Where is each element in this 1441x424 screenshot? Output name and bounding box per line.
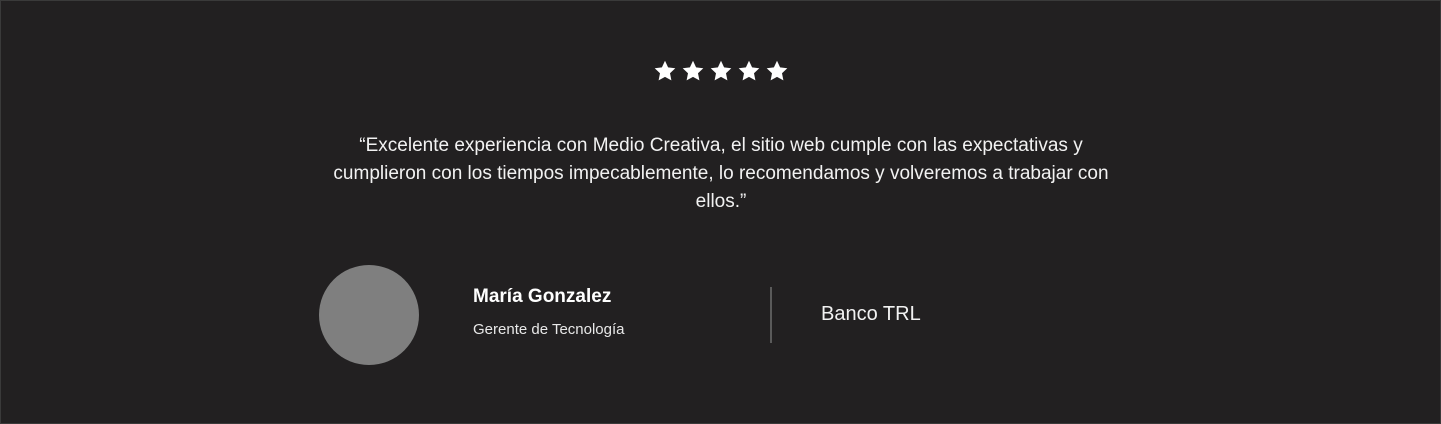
star-icon [681, 59, 705, 83]
star-icon [709, 59, 733, 83]
avatar [319, 265, 419, 365]
author-role: Gerente de Tecnología [473, 321, 625, 338]
testimonial-quote: “Excelente experiencia con Medio Creativ… [333, 135, 1109, 212]
author-name: María Gonzalez [473, 286, 612, 307]
star-icon [765, 59, 789, 83]
star-icon [737, 59, 761, 83]
vertical-divider [770, 287, 772, 343]
star-icon [653, 59, 677, 83]
company-name: Banco TRL [821, 303, 921, 325]
testimonial-card: “Excelente experiencia con Medio Creativ… [0, 0, 1441, 424]
rating-stars [1, 59, 1440, 87]
